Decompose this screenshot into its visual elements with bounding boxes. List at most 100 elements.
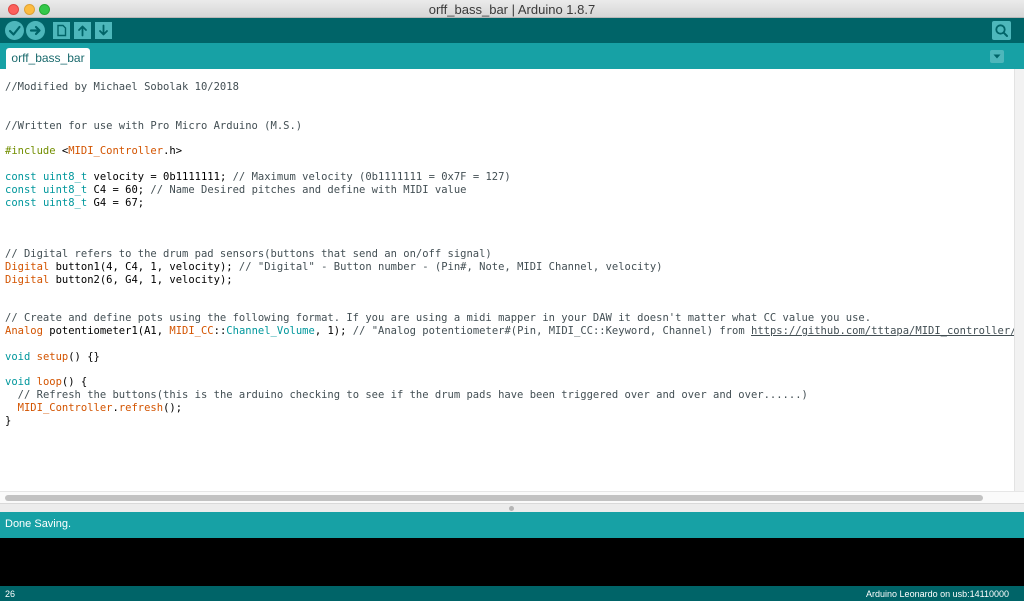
code-line[interactable]: MIDI_Controller.refresh(); [5,402,1014,415]
toolbar [0,18,1024,43]
board-info: Arduino Leonardo on usb:14110000 [866,589,1009,599]
code-token: const [5,183,37,196]
code-text[interactable]: //Modified by Michael Sobolak 10/2018 //… [5,81,1014,428]
code-token: (); [163,402,183,415]
code-token: Digital [5,260,50,273]
code-token: void [5,350,31,363]
code-token: uint8_t [42,183,88,196]
vertical-scrollbar[interactable] [1014,69,1024,493]
title-bar: orff_bass_bar | Arduino 1.8.7 [0,0,1024,18]
code-line[interactable]: Digital button2(6, G4, 1, velocity); [5,274,1014,287]
code-line[interactable] [5,364,1014,377]
code-token: refresh [118,402,164,415]
code-line[interactable]: const uint8_t G4 = 67; [5,197,1014,210]
horizontal-scrollbar-thumb[interactable] [5,495,983,501]
code-line[interactable]: void setup() {} [5,351,1014,364]
code-token: potentiometer1(A1, [42,325,170,338]
code-line[interactable]: // Refresh the buttons(this is the ardui… [5,389,1014,402]
code-line[interactable] [5,94,1014,107]
code-line[interactable] [5,338,1014,351]
code-token: #include [5,145,56,158]
new-sketch-button[interactable] [53,22,70,39]
status-message: Done Saving. [5,518,72,530]
code-token: Digital [5,273,50,286]
code-token: , 1); [314,325,353,338]
arrow-right-icon [29,25,41,36]
code-token: Analog [5,325,43,338]
code-token: // "Analog potentiometer#(Pin, MIDI_CC::… [352,325,752,338]
magnifier-icon [995,24,1008,37]
code-token: C4 = 60; [87,183,151,196]
code-line[interactable]: #include <MIDI_Controller.h> [5,145,1014,158]
code-token: velocity = 0b1111111; [87,170,233,183]
code-token: } [5,414,12,427]
code-token[interactable]: https://github.com/tttapa/MIDI_controlle… [751,325,1014,337]
tab-orff-bass-bar[interactable]: orff_bass_bar [6,48,90,69]
footer-bar: 26 Arduino Leonardo on usb:14110000 [0,586,1024,601]
new-file-icon [57,24,67,37]
code-token: < [55,145,69,158]
code-line[interactable] [5,209,1014,222]
code-token: // Digital refers to the drum pad sensor… [5,247,492,260]
code-token: // Maximum velocity (0b1111111 = 0x7F = … [232,170,511,183]
code-token: // "Digital" - Button number - (Pin#, No… [238,260,663,273]
check-icon [8,25,21,36]
tab-bar: orff_bass_bar [0,43,1024,69]
code-editor[interactable]: //Modified by Michael Sobolak 10/2018 //… [0,69,1014,491]
code-line[interactable]: const uint8_t C4 = 60; // Name Desired p… [5,184,1014,197]
code-token: const [5,196,37,209]
chevron-down-icon [993,54,1001,59]
upload-button[interactable] [26,21,45,40]
code-token: MIDI_Controller [68,145,164,158]
code-token: uint8_t [42,170,88,183]
code-line[interactable]: //Modified by Michael Sobolak 10/2018 [5,81,1014,94]
code-line[interactable] [5,299,1014,312]
code-line[interactable] [5,132,1014,145]
window-title: orff_bass_bar | Arduino 1.8.7 [428,2,596,17]
code-token: // Refresh the buttons(this is the ardui… [17,389,808,402]
code-line[interactable] [5,158,1014,171]
verify-button[interactable] [5,21,24,40]
code-token: () {} [68,350,100,363]
code-token: button2(6, G4, 1, velocity); [49,273,233,286]
code-token: //Written for use with Pro Micro Arduino… [5,119,303,132]
splitter-handle[interactable] [509,506,514,511]
code-line[interactable]: // Create and define pots using the foll… [5,312,1014,325]
code-token: .h> [163,145,183,158]
code-token: button1(4, C4, 1, velocity); [49,260,239,273]
console-output[interactable] [0,538,1024,586]
code-token: //Modified by Michael Sobolak 10/2018 [5,81,239,93]
code-line[interactable]: } [5,415,1014,428]
code-token: MIDI_CC [169,325,214,338]
code-line[interactable]: Digital button1(4, C4, 1, velocity); // … [5,261,1014,274]
code-line[interactable] [5,107,1014,120]
code-token: MIDI_Controller [17,402,113,415]
code-line[interactable] [5,235,1014,248]
code-line[interactable]: // Digital refers to the drum pad sensor… [5,248,1014,261]
code-token: G4 = 67; [87,196,145,209]
code-line[interactable]: void loop() { [5,376,1014,389]
code-token: Channel_Volume [226,325,315,338]
code-token: // Create and define pots using the foll… [5,312,872,325]
serial-monitor-button[interactable] [992,21,1011,40]
code-token: const [5,170,37,183]
code-line[interactable]: const uint8_t velocity = 0b1111111; // M… [5,171,1014,184]
console-splitter[interactable] [0,503,1024,512]
code-token: void [5,376,31,389]
code-line[interactable]: Analog potentiometer1(A1, MIDI_CC::Chann… [5,325,1014,338]
tab-menu-button[interactable] [990,50,1004,63]
arrow-up-icon [78,25,87,37]
code-line[interactable] [5,222,1014,235]
code-token: // Name Desired pitches and define with … [150,183,467,196]
save-sketch-button[interactable] [95,22,112,39]
horizontal-scrollbar[interactable] [0,491,1024,503]
code-token: uint8_t [42,196,88,209]
code-token: () { [61,376,88,389]
code-token: :: [213,325,227,338]
code-line[interactable] [5,287,1014,300]
code-line[interactable]: //Written for use with Pro Micro Arduino… [5,120,1014,133]
arrow-down-icon [99,24,108,36]
open-sketch-button[interactable] [74,22,91,39]
